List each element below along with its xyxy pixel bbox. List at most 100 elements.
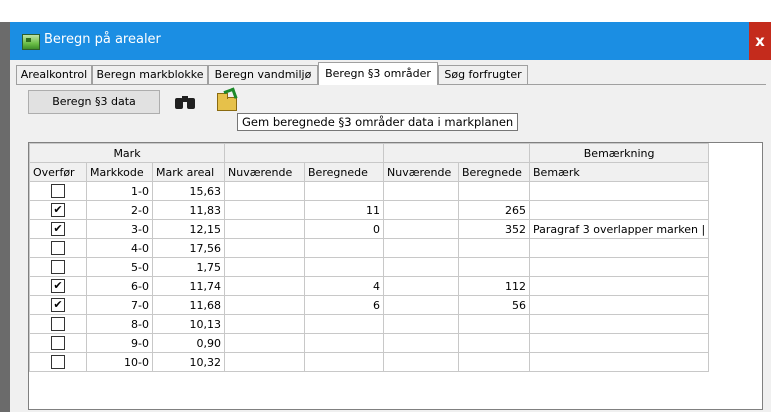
- beregnede-2-cell[interactable]: 112: [458, 276, 530, 296]
- column-header-markkode[interactable]: Markkode: [86, 162, 153, 182]
- bemaerk-cell[interactable]: [528, 200, 710, 220]
- table-row[interactable]: 9-0 0,90: [29, 333, 710, 353]
- column-header-beregnede-2[interactable]: Beregnede: [458, 162, 530, 182]
- beregnede-1-cell[interactable]: 0: [304, 219, 384, 239]
- mark-areal-cell[interactable]: 11,83: [152, 200, 225, 220]
- markkode-cell[interactable]: 6-0: [86, 276, 153, 296]
- markkode-cell[interactable]: 7-0: [86, 295, 153, 315]
- bemaerk-cell[interactable]: [528, 295, 710, 315]
- beregn-paragraf3-button[interactable]: Beregn §3 data: [28, 90, 160, 114]
- nuvaerende-2-cell[interactable]: [383, 200, 459, 220]
- beregnede-2-cell[interactable]: [458, 257, 530, 277]
- bemaerk-cell[interactable]: [528, 238, 710, 258]
- nuvaerende-2-cell[interactable]: [383, 333, 459, 353]
- beregnede-1-cell[interactable]: 11: [304, 200, 384, 220]
- tab-sog-forfrugter[interactable]: Søg forfrugter: [438, 65, 528, 84]
- nuvaerende-2-cell[interactable]: [383, 257, 459, 277]
- overfor-checkbox[interactable]: [51, 355, 65, 369]
- overfor-checkbox[interactable]: [51, 184, 65, 198]
- beregnede-2-cell[interactable]: 265: [458, 200, 530, 220]
- overfor-checkbox[interactable]: [51, 260, 65, 274]
- beregnede-2-cell[interactable]: [458, 238, 530, 258]
- beregnede-2-cell[interactable]: [458, 181, 530, 201]
- table-row[interactable]: 8-0 10,13: [29, 314, 710, 334]
- mark-areal-cell[interactable]: 10,32: [152, 352, 225, 372]
- overfor-checkbox[interactable]: [51, 317, 65, 331]
- table-row[interactable]: ✔ 6-0 11,74 4 112: [29, 276, 710, 296]
- nuvaerende-1-cell[interactable]: [224, 238, 305, 258]
- nuvaerende-1-cell[interactable]: [224, 352, 305, 372]
- nuvaerende-2-cell[interactable]: [383, 219, 459, 239]
- beregnede-1-cell[interactable]: [304, 257, 384, 277]
- markkode-cell[interactable]: 10-0: [86, 352, 153, 372]
- tab-beregn-markblokke[interactable]: Beregn markblokke: [92, 65, 208, 84]
- column-header-bemaerk[interactable]: Bemærk: [528, 162, 710, 182]
- mark-areal-cell[interactable]: 15,63: [152, 181, 225, 201]
- table-row[interactable]: 1-0 15,63: [29, 181, 710, 201]
- bemaerk-cell[interactable]: [528, 181, 710, 201]
- mark-areal-cell[interactable]: 11,68: [152, 295, 225, 315]
- overfor-checkbox[interactable]: ✔: [51, 203, 65, 217]
- bemaerk-cell[interactable]: [528, 257, 710, 277]
- tab-beregn-vandmiljo[interactable]: Beregn vandmiljø: [208, 65, 318, 84]
- nuvaerende-1-cell[interactable]: [224, 200, 305, 220]
- nuvaerende-1-cell[interactable]: [224, 333, 305, 353]
- column-header-overfor[interactable]: Overfør: [29, 162, 87, 182]
- tab-arealkontrol[interactable]: Arealkontrol: [16, 65, 92, 84]
- markkode-cell[interactable]: 8-0: [86, 314, 153, 334]
- beregnede-2-cell[interactable]: [458, 314, 530, 334]
- overfor-checkbox[interactable]: [51, 336, 65, 350]
- mark-areal-cell[interactable]: 11,74: [152, 276, 225, 296]
- table-row[interactable]: 4-0 17,56: [29, 238, 710, 258]
- bemaerk-cell[interactable]: [528, 333, 710, 353]
- column-header-nuvaerende-1[interactable]: Nuværende: [224, 162, 305, 182]
- nuvaerende-2-cell[interactable]: [383, 314, 459, 334]
- nuvaerende-2-cell[interactable]: [383, 181, 459, 201]
- mark-areal-cell[interactable]: 12,15: [152, 219, 225, 239]
- bemaerk-cell[interactable]: Paragraf 3 overlapper marken |: [528, 219, 710, 239]
- column-header-beregnede-1[interactable]: Beregnede: [304, 162, 384, 182]
- overfor-checkbox[interactable]: [51, 241, 65, 255]
- mark-areal-cell[interactable]: 0,90: [152, 333, 225, 353]
- data-grid[interactable]: Mark Bemærkning Overfør Markkode Mark ar…: [28, 142, 763, 410]
- beregnede-1-cell[interactable]: [304, 333, 384, 353]
- table-row[interactable]: ✔ 7-0 11,68 6 56: [29, 295, 710, 315]
- table-row[interactable]: 10-0 10,32: [29, 352, 710, 372]
- beregnede-1-cell[interactable]: [304, 314, 384, 334]
- tab-beregn-paragraf3[interactable]: Beregn §3 områder: [318, 62, 438, 85]
- table-row[interactable]: ✔ 2-0 11,83 11 265: [29, 200, 710, 220]
- overfor-checkbox[interactable]: ✔: [51, 222, 65, 236]
- markkode-cell[interactable]: 1-0: [86, 181, 153, 201]
- beregnede-1-cell[interactable]: 6: [304, 295, 384, 315]
- overfor-checkbox[interactable]: ✔: [51, 298, 65, 312]
- markkode-cell[interactable]: 3-0: [86, 219, 153, 239]
- binoculars-button[interactable]: [172, 90, 198, 116]
- beregnede-2-cell[interactable]: [458, 333, 530, 353]
- nuvaerende-1-cell[interactable]: [224, 181, 305, 201]
- beregnede-2-cell[interactable]: 352: [458, 219, 530, 239]
- beregnede-2-cell[interactable]: 56: [458, 295, 530, 315]
- nuvaerende-1-cell[interactable]: [224, 295, 305, 315]
- nuvaerende-2-cell[interactable]: [383, 295, 459, 315]
- bemaerk-cell[interactable]: [528, 314, 710, 334]
- beregnede-1-cell[interactable]: [304, 352, 384, 372]
- nuvaerende-1-cell[interactable]: [224, 257, 305, 277]
- nuvaerende-2-cell[interactable]: [383, 352, 459, 372]
- markkode-cell[interactable]: 4-0: [86, 238, 153, 258]
- beregnede-2-cell[interactable]: [458, 352, 530, 372]
- markkode-cell[interactable]: 9-0: [86, 333, 153, 353]
- column-header-nuvaerende-2[interactable]: Nuværende: [383, 162, 459, 182]
- beregnede-1-cell[interactable]: [304, 238, 384, 258]
- nuvaerende-1-cell[interactable]: [224, 219, 305, 239]
- beregnede-1-cell[interactable]: 4: [304, 276, 384, 296]
- markkode-cell[interactable]: 2-0: [86, 200, 153, 220]
- mark-areal-cell[interactable]: 10,13: [152, 314, 225, 334]
- mark-areal-cell[interactable]: 17,56: [152, 238, 225, 258]
- overfor-checkbox[interactable]: ✔: [51, 279, 65, 293]
- nuvaerende-2-cell[interactable]: [383, 276, 459, 296]
- title-bar[interactable]: Beregn på arealer x: [10, 22, 771, 60]
- nuvaerende-1-cell[interactable]: [224, 314, 305, 334]
- table-row[interactable]: 5-0 1,75: [29, 257, 710, 277]
- bemaerk-cell[interactable]: [528, 352, 710, 372]
- beregnede-1-cell[interactable]: [304, 181, 384, 201]
